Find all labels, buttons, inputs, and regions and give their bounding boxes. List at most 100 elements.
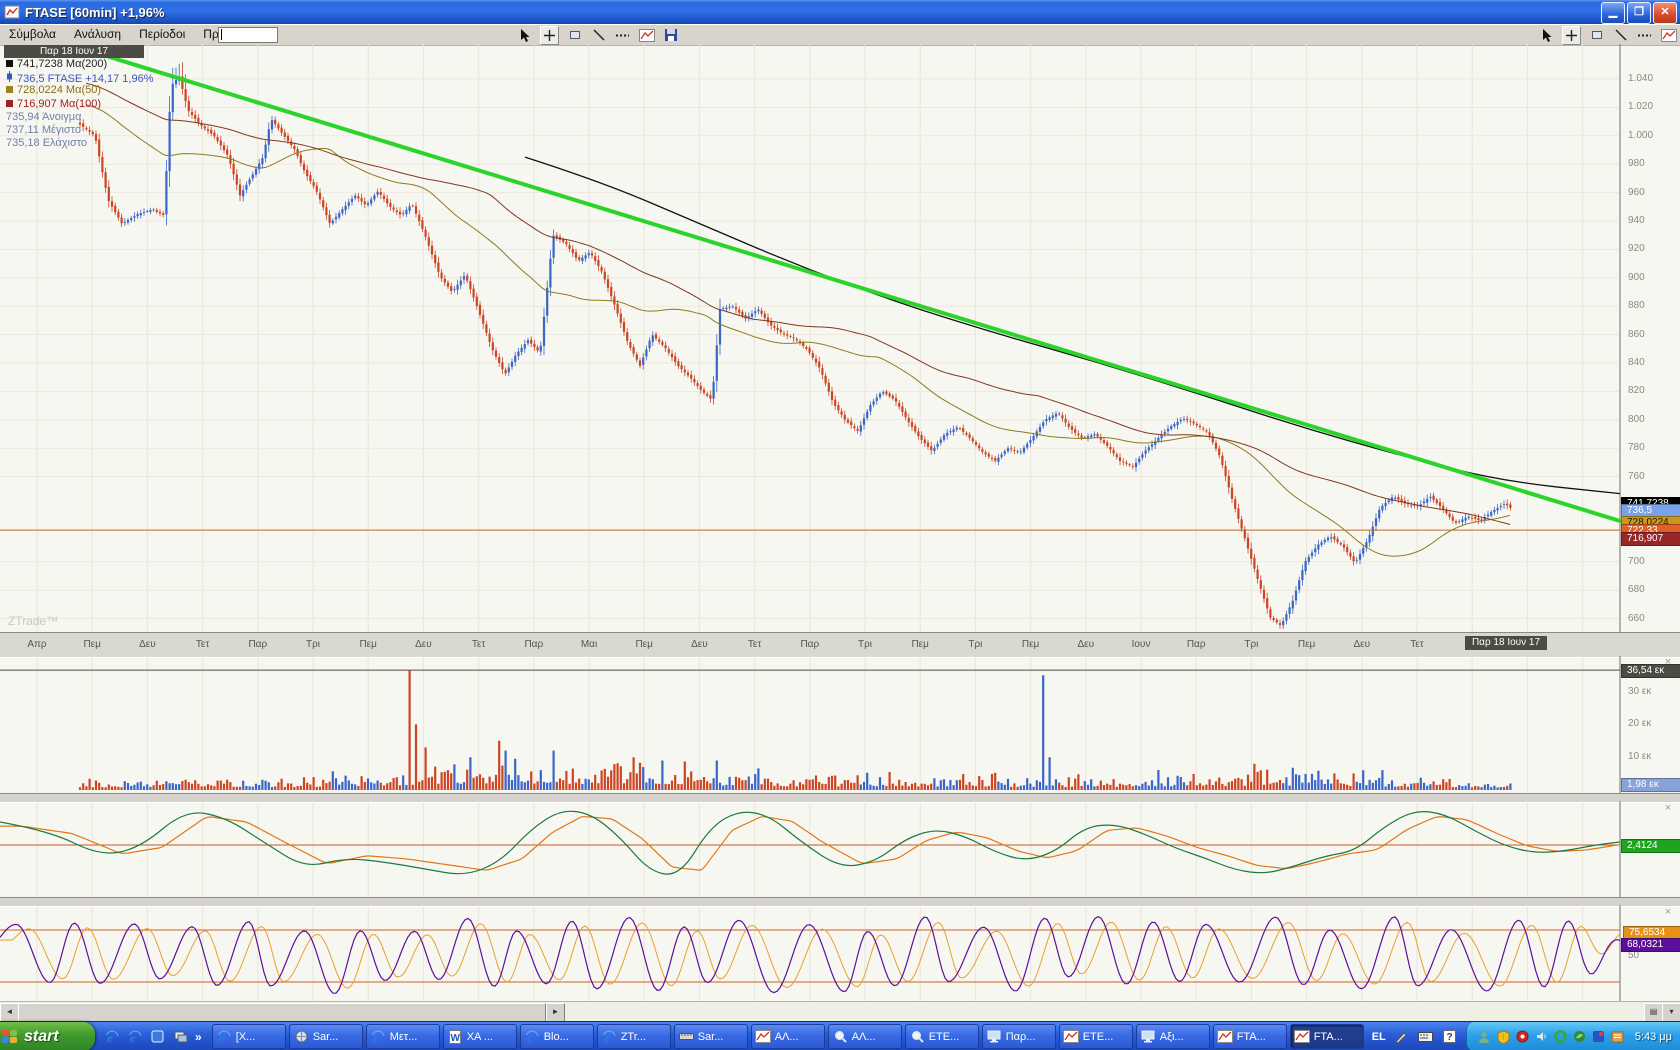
y-axis-label: 840 — [1628, 357, 1645, 368]
tray-speaker-icon[interactable] — [1534, 1029, 1549, 1044]
minimize-button[interactable]: ▁ — [1601, 2, 1625, 24]
start-label: start — [24, 1028, 59, 1046]
close-button[interactable]: ✕ — [1653, 2, 1677, 24]
system-tray: ! 5:43 μμ — [1466, 1022, 1680, 1050]
x-axis-label: Τετ — [1410, 639, 1423, 650]
taskbar-task-13[interactable]: FTA... — [1213, 1024, 1287, 1049]
trendline-icon[interactable] — [590, 27, 607, 44]
taskbar-task-3[interactable]: WΧΑ ... — [443, 1024, 517, 1049]
volume-close-icon[interactable]: × — [1662, 657, 1674, 669]
x-axis-label: Τετ — [472, 639, 485, 650]
y-axis-label: 700 — [1628, 556, 1645, 567]
window-titlebar[interactable]: FTASE [60min] +1,96% ▁ ❐ ✕ — [0, 0, 1680, 24]
chart-icon[interactable] — [1660, 27, 1677, 44]
chart-layout-button[interactable]: ▤ — [1644, 1003, 1663, 1022]
y-axis-label: 1.000 — [1628, 130, 1653, 141]
taskbar-task-8[interactable]: ΑΛ... — [828, 1024, 902, 1049]
scrollbar-thumb[interactable] — [18, 1003, 546, 1022]
tray-orangecal-icon[interactable] — [1610, 1029, 1625, 1044]
x-axis-label: Δευ — [415, 639, 432, 650]
y-axis-label: 940 — [1628, 215, 1645, 226]
symbol-input[interactable] — [218, 27, 278, 43]
macd-panel[interactable] — [0, 801, 1680, 897]
taskbar-task-2[interactable]: eΜετ... — [366, 1024, 440, 1049]
x-axis-label: Πεμ — [359, 639, 376, 650]
clock[interactable]: 5:43 μμ — [1635, 1031, 1672, 1043]
quicklaunch-chevron[interactable]: » — [195, 1030, 202, 1044]
svg-text:?: ? — [1446, 1032, 1452, 1043]
y-axis-label: 900 — [1628, 272, 1645, 283]
x-axis-label: Τρι — [1244, 639, 1258, 650]
keyboard-icon[interactable] — [1417, 1028, 1434, 1045]
quicklaunch-app-icon[interactable] — [149, 1028, 166, 1045]
save-icon[interactable] — [662, 27, 679, 44]
taskbar-task-4[interactable]: eBlo... — [520, 1024, 594, 1049]
taskbar-task-10[interactable]: Παρ... — [982, 1024, 1056, 1049]
taskbar-task-7[interactable]: ΑΛ... — [751, 1024, 825, 1049]
cursor-icon[interactable] — [516, 27, 533, 44]
scroll-right-button[interactable]: ► — [546, 1003, 565, 1022]
tray-shield-icon[interactable]: ! — [1496, 1029, 1511, 1044]
quicklaunch-ie-icon[interactable]: e — [103, 1028, 120, 1045]
region-icon[interactable] — [1588, 27, 1605, 44]
taskbar-task-5[interactable]: eZTr... — [597, 1024, 671, 1049]
chart-icon — [1063, 1028, 1080, 1045]
x-axis-label: Μαι — [581, 639, 597, 650]
stochastic-panel[interactable] — [0, 905, 1680, 1001]
help-icon[interactable]: ? — [1441, 1028, 1458, 1045]
cursor-icon[interactable] — [1538, 27, 1555, 44]
legend-row-0: 741,7238 Μα(200) — [6, 58, 107, 71]
tray-blueapp-icon[interactable] — [1591, 1029, 1606, 1044]
menu-item-2[interactable]: Περίοδοι — [130, 25, 194, 45]
pen-input-icon[interactable] — [1393, 1028, 1410, 1045]
scroll-left-button[interactable]: ◄ — [0, 1003, 19, 1022]
taskbar-task-14[interactable]: FTA... — [1290, 1024, 1364, 1049]
tray-redbadge-icon[interactable] — [1515, 1029, 1530, 1044]
macd-close-icon[interactable]: × — [1662, 803, 1674, 815]
taskbar-task-9[interactable]: ΕΤΕ... — [905, 1024, 979, 1049]
tray-person-icon[interactable] — [1477, 1029, 1492, 1044]
y-axis-label: 800 — [1628, 414, 1645, 425]
series-swatch — [6, 86, 13, 93]
taskbar-task-0[interactable]: e[Χ... — [212, 1024, 286, 1049]
region-icon[interactable] — [566, 27, 583, 44]
svg-text:!: ! — [1502, 1032, 1505, 1042]
chart-icon[interactable] — [638, 27, 655, 44]
crosshair-icon[interactable] — [1562, 26, 1581, 45]
quicklaunch-ie-icon[interactable]: e — [126, 1028, 143, 1045]
ie-icon: e — [601, 1028, 618, 1045]
ruler-icon — [678, 1028, 695, 1045]
volume-panel[interactable] — [0, 656, 1680, 793]
y-axis-label: 920 — [1628, 243, 1645, 254]
app-icon — [4, 4, 20, 20]
chart-dropdown-button[interactable]: ▾ — [1662, 1003, 1680, 1022]
price-chart[interactable] — [0, 44, 1680, 632]
stoch-close-icon[interactable]: × — [1662, 907, 1674, 919]
mag-icon — [909, 1028, 926, 1045]
legend-row-6: 735,18 Ελάχιστο — [6, 137, 87, 150]
menu-item-0[interactable]: Σύμβολα — [0, 25, 65, 45]
trendline-icon[interactable] — [1612, 27, 1629, 44]
restore-button[interactable]: ❐ — [1627, 2, 1651, 24]
legend-row-4: 735,94 Άνοιγμα — [6, 111, 82, 124]
crosshair-icon[interactable] — [540, 26, 559, 45]
taskbar-task-11[interactable]: ΕΤΕ... — [1059, 1024, 1133, 1049]
quick-launch: ee » — [95, 1028, 210, 1045]
taskbar-task-1[interactable]: Sar... — [289, 1024, 363, 1049]
monitor-icon — [986, 1028, 1003, 1045]
dots-icon[interactable] — [614, 27, 631, 44]
tray-eco-icon[interactable] — [1572, 1029, 1587, 1044]
x-axis-label: Πεμ — [83, 639, 100, 650]
x-axis-label: Απρ — [27, 639, 46, 650]
menu-item-1[interactable]: Ανάλυση — [65, 25, 130, 45]
taskbar-task-12[interactable]: Αξι... — [1136, 1024, 1210, 1049]
quicklaunch-desktop-icon[interactable] — [172, 1028, 189, 1045]
tray-greenring-icon[interactable] — [1553, 1029, 1568, 1044]
start-button[interactable]: start — [0, 1022, 95, 1050]
horizontal-scrollbar[interactable]: ◄ ► ▤ ▾ — [0, 1001, 1680, 1022]
x-axis-label: Παρ — [524, 639, 543, 650]
language-indicator[interactable]: EL — [1372, 1031, 1386, 1043]
volume-axis-label: 30 εκ — [1628, 686, 1651, 697]
dots-icon[interactable] — [1636, 27, 1653, 44]
taskbar-task-6[interactable]: Sar... — [674, 1024, 748, 1049]
